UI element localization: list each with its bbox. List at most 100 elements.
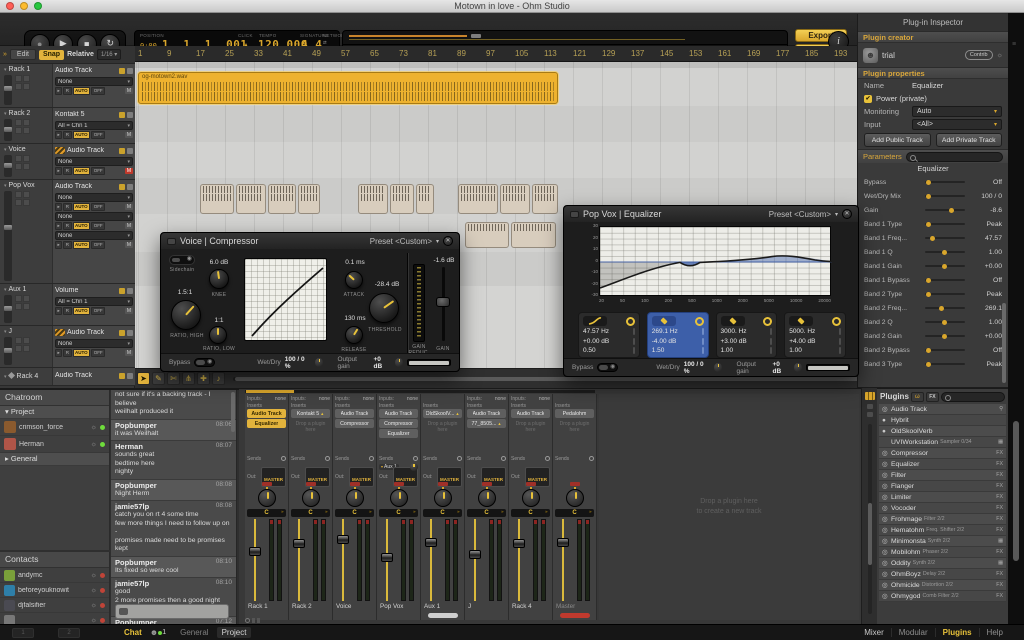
sends-add-icon[interactable]: [545, 456, 550, 461]
workspace-2-button[interactable]: 2: [58, 628, 80, 638]
record-arm-button[interactable]: [438, 482, 448, 486]
io-dropdown[interactable]: None▾: [55, 231, 133, 240]
pan-display[interactable]: C: [379, 509, 418, 517]
gear-icon[interactable]: ☼: [91, 617, 97, 624]
creator-name[interactable]: trial: [882, 51, 961, 60]
track-row[interactable]: ▾Pop Vox Audio Track: [0, 180, 135, 284]
send-knob[interactable]: [410, 463, 418, 471]
track-plugin-name[interactable]: Audio Track: [67, 329, 117, 336]
message-author[interactable]: Popbumper: [115, 481, 157, 490]
close-icon[interactable]: ✕: [443, 236, 453, 246]
track-plugin-name[interactable]: Audio Track: [55, 67, 117, 74]
plugin-item[interactable]: ◎ Ohmicide Distortion 2/2 FX: [879, 580, 1006, 591]
message-author[interactable]: jamie57lp: [115, 502, 149, 511]
automation-chip[interactable]: R: [63, 307, 71, 315]
param-slider[interactable]: [925, 195, 965, 197]
sidechain-toggle[interactable]: [169, 255, 195, 265]
insert-chip[interactable]: Audio Track: [247, 409, 286, 418]
eq-band[interactable]: 269.1 Hz -4.00 dB 1.50: [647, 312, 709, 358]
pan-display[interactable]: C: [335, 509, 374, 517]
band-q[interactable]: 0.50: [583, 347, 596, 354]
pan-knob[interactable]: [566, 489, 584, 507]
insert-chip[interactable]: Compressor: [379, 419, 418, 428]
param-value[interactable]: 100 / 0: [970, 193, 1002, 200]
eq-band[interactable]: 47.57 Hz +0.00 dB 0.50: [578, 312, 640, 358]
io-dropdown[interactable]: None▾: [55, 157, 133, 166]
param-slider-dot[interactable]: [926, 362, 931, 367]
member-name[interactable]: Herman: [19, 441, 88, 448]
track-settings-icon[interactable]: [127, 330, 133, 336]
insert-chip[interactable]: OldSkoolV...: [423, 409, 462, 418]
pan-knob[interactable]: [302, 489, 320, 507]
param-slider-dot[interactable]: [926, 292, 931, 297]
automation-chip[interactable]: AUTO: [73, 241, 91, 249]
automation-chip[interactable]: ▸: [55, 349, 62, 357]
fader-cap[interactable]: [557, 538, 569, 547]
message-author[interactable]: Herman: [115, 442, 143, 451]
minimize-icon[interactable]: [167, 238, 176, 245]
monitoring-dropdown[interactable]: Auto▾: [912, 106, 1002, 117]
volume-fader[interactable]: [380, 519, 395, 601]
audio-clip[interactable]: [390, 184, 414, 214]
param-slider-dot[interactable]: [926, 348, 931, 353]
release-knob[interactable]: [345, 326, 363, 344]
track-row[interactable]: ▾Rack 1 Audio Track: [0, 64, 135, 108]
track-mini-fader[interactable]: [4, 337, 12, 365]
param-value[interactable]: 1.00: [970, 319, 1002, 326]
strip-name[interactable]: Voice: [335, 603, 374, 613]
band-type-icon[interactable]: [789, 316, 813, 326]
sends-add-icon[interactable]: [281, 456, 286, 461]
view-tab[interactable]: Modular: [891, 628, 935, 637]
param-value[interactable]: -8.6: [970, 207, 1002, 214]
plugins-search-input[interactable]: [941, 392, 1005, 402]
automation-chip[interactable]: R: [63, 222, 71, 230]
fader-cap[interactable]: [381, 553, 393, 562]
insert-chip[interactable]: Audio Track: [335, 409, 374, 418]
audio-clip[interactable]: [500, 184, 530, 214]
io-dropdown[interactable]: None▾: [55, 212, 133, 221]
io-dropdown[interactable]: None▾: [55, 339, 133, 348]
record-arm-button[interactable]: [306, 482, 316, 486]
track-row[interactable]: ▾Rack 2 Kontakt 5: [0, 108, 135, 144]
relative-button[interactable]: Relative: [67, 51, 94, 58]
plugin-item[interactable]: ● OldSkoolVerb: [879, 426, 1006, 437]
wetdry-value[interactable]: 100 / 0 %: [285, 356, 311, 370]
param-slider[interactable]: [925, 321, 965, 323]
param-slider[interactable]: [925, 265, 965, 267]
note-tool[interactable]: ♪: [212, 372, 225, 385]
band-frequency[interactable]: 3000. Hz: [721, 328, 747, 335]
volume-fader[interactable]: [512, 519, 527, 601]
strip-name[interactable]: Pop Vox: [379, 603, 418, 613]
param-slider-dot[interactable]: [949, 208, 954, 213]
track-plugin-name[interactable]: Audio Track: [55, 372, 117, 379]
track-freeze-icon[interactable]: [119, 112, 125, 118]
clip-group[interactable]: [465, 222, 556, 248]
message-author[interactable]: Popbumper: [115, 558, 157, 567]
mixer-bottom-controls[interactable]: [245, 617, 597, 624]
volume-fader[interactable]: [556, 519, 571, 601]
band-q[interactable]: 1.50: [652, 347, 665, 354]
message-author[interactable]: jamie57lp: [115, 579, 149, 588]
record-arm-button[interactable]: [526, 482, 536, 486]
automation-chip[interactable]: OFF: [91, 167, 105, 175]
track-freeze-icon[interactable]: [119, 288, 125, 294]
gear-icon[interactable]: ☼: [91, 587, 97, 594]
ohm-filter-button[interactable]: ω: [911, 392, 924, 402]
pan-knob[interactable]: [522, 489, 540, 507]
audio-clip[interactable]: [416, 184, 434, 214]
bypass-toggle[interactable]: [597, 363, 618, 372]
insert-chip[interactable]: Compressor: [335, 419, 374, 428]
eq-band[interactable]: 5000. Hz +4.00 dB 1.00: [784, 312, 846, 358]
param-slider-dot[interactable]: [942, 334, 947, 339]
project-group[interactable]: ▾ Project: [0, 406, 109, 419]
compressor-titlebar[interactable]: Voice | Compressor Preset <Custom>▾ ✕: [161, 233, 459, 249]
audio-clip[interactable]: [268, 184, 296, 214]
mute-chip[interactable]: M: [125, 308, 133, 315]
track-mini-fader[interactable]: [4, 295, 12, 323]
volume-fader[interactable]: [468, 519, 483, 601]
preset-selector[interactable]: Preset <Custom>: [370, 237, 432, 246]
track-settings-icon[interactable]: [127, 288, 133, 294]
fader-cap[interactable]: [425, 538, 437, 547]
plugin-item[interactable]: ◎ Oddity Synth 2/2 ▦: [879, 558, 1006, 569]
gear-icon[interactable]: ☼: [91, 572, 97, 579]
